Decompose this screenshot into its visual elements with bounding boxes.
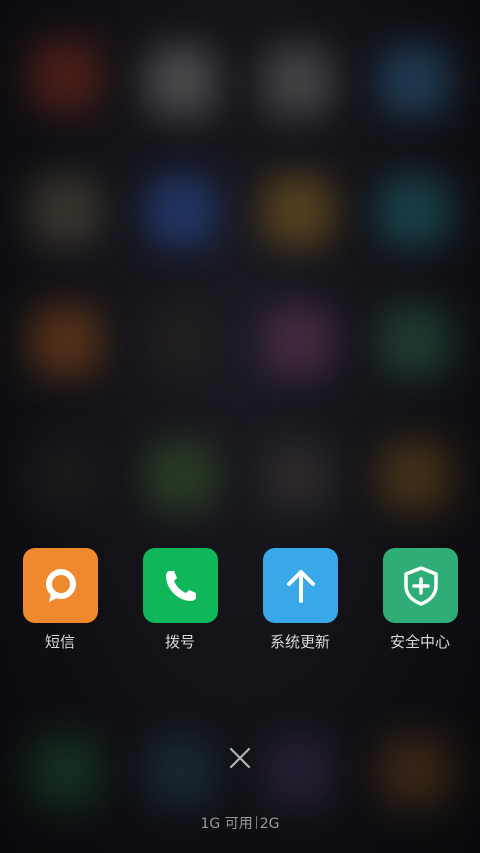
blurred-icon <box>262 175 334 247</box>
blurred-icon <box>378 175 450 247</box>
blurred-icon <box>30 735 102 807</box>
blurred-icon <box>378 305 450 377</box>
recent-apps-row: 短信 拨号 系统更新 安全中心 <box>0 548 480 658</box>
blurred-icon <box>145 305 217 377</box>
memory-available: 1G 可用 <box>200 816 253 832</box>
blurred-icon <box>30 40 102 112</box>
blurred-home-background <box>0 0 480 853</box>
arrow-up-icon[interactable] <box>263 548 338 623</box>
blurred-icon <box>145 45 217 117</box>
close-icon <box>229 747 251 769</box>
recent-app-security-center[interactable]: 安全中心 <box>360 548 480 658</box>
blurred-icon <box>262 735 334 807</box>
close-all-button[interactable] <box>224 742 256 774</box>
blurred-icon <box>378 440 450 512</box>
app-label: 拨号 <box>164 633 195 651</box>
blurred-icon <box>262 45 334 117</box>
blurred-icon <box>378 735 450 807</box>
blurred-icon <box>145 735 217 807</box>
blurred-icon <box>378 45 450 117</box>
blurred-icon <box>30 440 102 512</box>
app-label: 短信 <box>44 633 75 651</box>
message-bubble-icon[interactable] <box>23 548 98 623</box>
app-label: 系统更新 <box>269 633 330 651</box>
memory-separator <box>255 816 257 829</box>
recent-app-messages[interactable]: 短信 <box>0 548 120 658</box>
blurred-icon <box>262 305 334 377</box>
blurred-icon <box>30 305 102 377</box>
blurred-icon <box>145 440 217 512</box>
recent-app-dialer[interactable]: 拨号 <box>120 548 240 658</box>
blurred-icon <box>262 440 334 512</box>
app-label: 安全中心 <box>389 633 450 651</box>
memory-total: 2G <box>259 816 280 832</box>
phone-handset-icon[interactable] <box>143 548 218 623</box>
recent-apps-screen: 短信 拨号 系统更新 安全中心 1G 可用 2G <box>0 0 480 853</box>
recent-app-system-update[interactable]: 系统更新 <box>240 548 360 658</box>
blurred-icon <box>30 175 102 247</box>
memory-status: 1G 可用 2G <box>0 814 480 834</box>
shield-plus-icon[interactable] <box>383 548 458 623</box>
blurred-icon <box>145 175 217 247</box>
